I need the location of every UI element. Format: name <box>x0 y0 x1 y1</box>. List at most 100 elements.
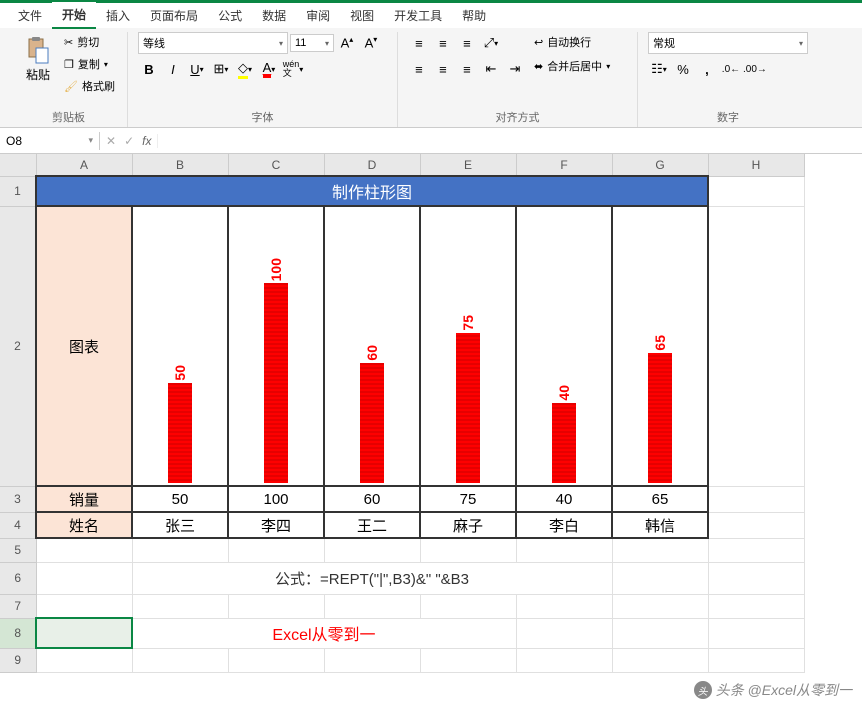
sales-label-cell[interactable]: 销量 <box>36 486 132 512</box>
row-header[interactable]: 7 <box>0 594 36 618</box>
align-middle-button[interactable]: ≡ <box>432 32 454 54</box>
col-header[interactable]: B <box>132 154 228 176</box>
border-button[interactable]: ⊞▾ <box>210 58 232 80</box>
data-cell[interactable]: 75 <box>420 486 516 512</box>
chart-bar-cell[interactable]: 75 <box>420 206 516 486</box>
cell[interactable] <box>228 648 324 672</box>
font-size-combo[interactable]: 11 ▾ <box>290 34 334 52</box>
decrease-font-button[interactable]: A▾ <box>360 32 382 54</box>
bold-button[interactable]: B <box>138 58 160 80</box>
menu-page-layout[interactable]: 页面布局 <box>140 3 208 28</box>
cell[interactable] <box>36 618 132 648</box>
cell[interactable] <box>708 594 804 618</box>
cell[interactable] <box>516 538 612 562</box>
fx-icon[interactable]: fx <box>142 134 151 148</box>
data-cell[interactable]: 65 <box>612 486 708 512</box>
credit-cell[interactable]: Excel从零到一 <box>132 618 516 648</box>
chart-bar-cell[interactable]: 40 <box>516 206 612 486</box>
menu-file[interactable]: 文件 <box>8 3 52 28</box>
confirm-formula-icon[interactable]: ✓ <box>124 134 134 148</box>
cell[interactable] <box>36 562 132 594</box>
increase-indent-button[interactable]: ⇥ <box>504 58 526 80</box>
cell[interactable] <box>708 206 804 486</box>
menu-help[interactable]: 帮助 <box>452 3 496 28</box>
percent-button[interactable]: % <box>672 58 694 80</box>
decrease-indent-button[interactable]: ⇤ <box>480 58 502 80</box>
cell[interactable] <box>612 618 708 648</box>
chart-bar-cell[interactable]: 60 <box>324 206 420 486</box>
phonetic-button[interactable]: wén文▾ <box>282 58 304 80</box>
cell[interactable] <box>516 648 612 672</box>
col-header[interactable]: C <box>228 154 324 176</box>
chart-bar-cell[interactable]: 100 <box>228 206 324 486</box>
menu-data[interactable]: 数据 <box>252 3 296 28</box>
cell[interactable] <box>36 648 132 672</box>
font-color-button[interactable]: A▾ <box>258 58 280 80</box>
cell[interactable] <box>132 594 228 618</box>
align-center-button[interactable]: ≡ <box>432 58 454 80</box>
col-header[interactable]: E <box>420 154 516 176</box>
italic-button[interactable]: I <box>162 58 184 80</box>
cancel-formula-icon[interactable]: ✕ <box>106 134 116 148</box>
cell[interactable] <box>708 618 804 648</box>
cell[interactable] <box>324 594 420 618</box>
cell[interactable] <box>36 538 132 562</box>
row-header[interactable]: 1 <box>0 176 36 206</box>
align-top-button[interactable]: ≡ <box>408 32 430 54</box>
cell[interactable] <box>612 538 708 562</box>
cell[interactable] <box>516 594 612 618</box>
increase-decimal-button[interactable]: .0← <box>720 58 742 80</box>
col-header[interactable]: F <box>516 154 612 176</box>
chart-bar-cell[interactable]: 50 <box>132 206 228 486</box>
align-bottom-button[interactable]: ≡ <box>456 32 478 54</box>
cell[interactable] <box>228 538 324 562</box>
cell[interactable] <box>708 562 804 594</box>
col-header[interactable]: A <box>36 154 132 176</box>
select-all-corner[interactable] <box>0 154 36 176</box>
cell[interactable] <box>420 594 516 618</box>
menu-formulas[interactable]: 公式 <box>208 3 252 28</box>
data-cell[interactable]: 60 <box>324 486 420 512</box>
menu-view[interactable]: 视图 <box>340 3 384 28</box>
title-cell[interactable]: 制作柱形图 <box>36 176 708 206</box>
cell[interactable] <box>324 538 420 562</box>
cell[interactable] <box>420 648 516 672</box>
name-label-cell[interactable]: 姓名 <box>36 512 132 538</box>
col-header[interactable]: H <box>708 154 804 176</box>
fill-color-button[interactable]: ◇▾ <box>234 58 256 80</box>
row-header[interactable]: 5 <box>0 538 36 562</box>
number-format-combo[interactable]: 常规 ▾ <box>648 32 808 54</box>
cell[interactable] <box>420 538 516 562</box>
col-header[interactable]: D <box>324 154 420 176</box>
data-cell[interactable]: 李四 <box>228 512 324 538</box>
cell[interactable] <box>708 486 804 512</box>
spreadsheet-grid[interactable]: A B C D E F G H 1 制作柱形图 2 图表 50 100 60 7… <box>0 154 862 725</box>
orientation-button[interactable]: ⤢▾ <box>480 32 502 54</box>
data-cell[interactable]: 40 <box>516 486 612 512</box>
data-cell[interactable]: 麻子 <box>420 512 516 538</box>
cell[interactable] <box>612 594 708 618</box>
cell[interactable] <box>324 648 420 672</box>
cell[interactable] <box>36 594 132 618</box>
chart-bar-cell[interactable]: 65 <box>612 206 708 486</box>
row-header[interactable]: 2 <box>0 206 36 486</box>
comma-button[interactable]: , <box>696 58 718 80</box>
decrease-decimal-button[interactable]: .00→ <box>744 58 766 80</box>
data-cell[interactable]: 王二 <box>324 512 420 538</box>
data-cell[interactable]: 李白 <box>516 512 612 538</box>
row-header[interactable]: 4 <box>0 512 36 538</box>
menu-developer[interactable]: 开发工具 <box>384 3 452 28</box>
cell[interactable] <box>516 618 612 648</box>
underline-button[interactable]: U▾ <box>186 58 208 80</box>
merge-center-button[interactable]: ⬌ 合并后居中 ▾ <box>532 56 612 76</box>
cell[interactable] <box>228 594 324 618</box>
font-name-combo[interactable]: 等线 ▾ <box>138 32 288 54</box>
row-header[interactable]: 8 <box>0 618 36 648</box>
cell[interactable] <box>708 538 804 562</box>
menu-review[interactable]: 审阅 <box>296 3 340 28</box>
chart-label-cell[interactable]: 图表 <box>36 206 132 486</box>
row-header[interactable]: 3 <box>0 486 36 512</box>
format-painter-button[interactable]: 🖌 格式刷 <box>62 76 117 96</box>
menu-home[interactable]: 开始 <box>52 2 96 29</box>
accounting-format-button[interactable]: ☷▾ <box>648 58 670 80</box>
